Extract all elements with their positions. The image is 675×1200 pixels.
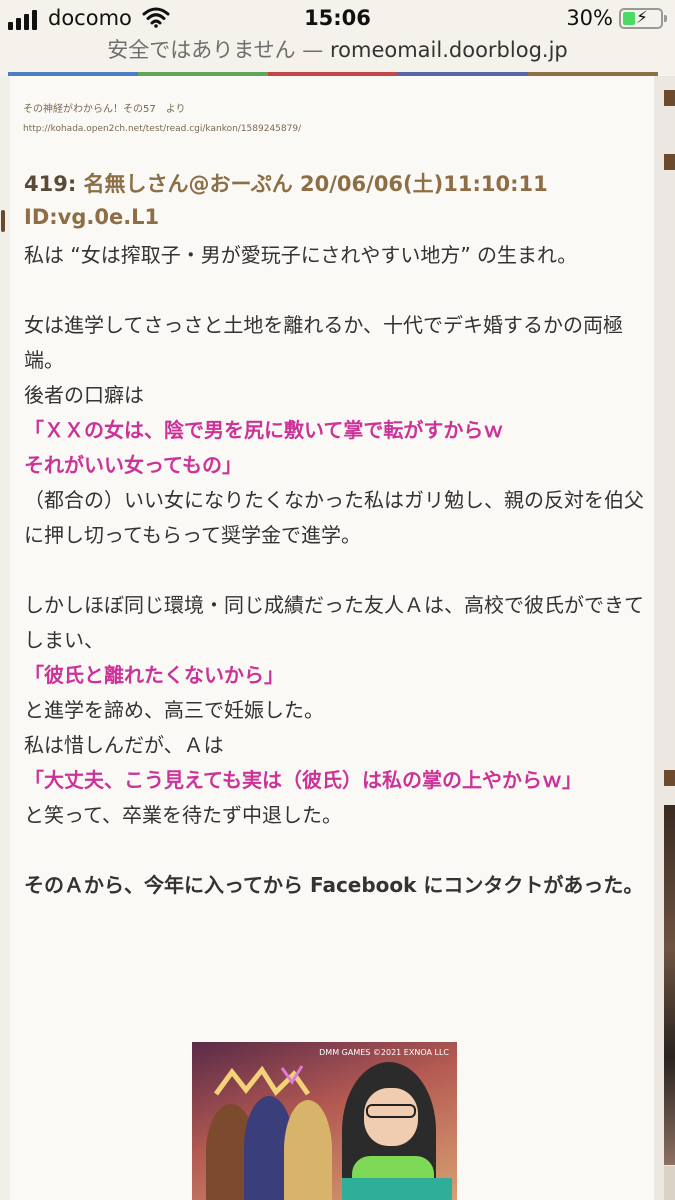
post-header: 419: 名無しさん@おーぷん 20/06/06(土)11:10:11 ID:v… (24, 168, 648, 234)
battery-nub (664, 15, 667, 22)
address-bar[interactable]: 安全ではありません — romeomail.doorblog.jp (0, 34, 675, 70)
source-thread-title: その神経がわからん！その57 より (23, 104, 186, 115)
highlight-quote: 「ＸＸの女は、陰で男を尻に敷いて掌で転がすからｗ (24, 418, 504, 442)
ad-bottom-banner (342, 1178, 452, 1200)
sidebar-marker (664, 770, 675, 786)
character-figure (284, 1100, 332, 1200)
bold-line: そのＡから、今年に入ってから Facebook にコンタクトがあった。 (24, 873, 644, 897)
sidebar-marker (664, 154, 675, 170)
url-domain: romeomail.doorblog.jp (329, 38, 568, 62)
left-edge-marker (1, 210, 5, 232)
post-line: 私は “女は搾取子・男が愛玩子にされやすい地方” の生まれ。 (24, 243, 578, 267)
sidebar-bottom-block (664, 1166, 675, 1200)
post-line: と笑って、卒業を待たず中退した。 (24, 803, 342, 827)
post-number: 419: (24, 172, 77, 196)
post-line: 女は進学してさっさと土地を離れるか、十代でデキ婚するかの両極端。 (24, 313, 623, 372)
post-line: 後者の口癖は (24, 383, 144, 407)
sidebar-image-thumbnail[interactable] (664, 805, 675, 1165)
security-warning: 安全ではありません (107, 38, 296, 62)
battery-charging-icon: ⚡ (619, 8, 667, 29)
battery-percent: 30% (566, 6, 613, 30)
charging-bolt-icon: ⚡ (636, 8, 648, 28)
advertisement-banner[interactable]: DMM GAMES ©2021 EXNOA LLC (192, 1042, 457, 1200)
sidebar-marker (664, 90, 675, 106)
post-line: 私は惜しんだが、Ａは (24, 733, 224, 757)
left-page-edge (0, 76, 10, 1200)
source-url-link[interactable]: http://kohada.open2ch.net/test/read.cgi/… (23, 124, 301, 134)
post-body: 私は “女は搾取子・男が愛玩子にされやすい地方” の生まれ。 女は進学してさっさ… (24, 238, 648, 903)
glasses-icon (366, 1104, 416, 1118)
battery-fill (623, 12, 635, 25)
article-card: その神経がわからん！その57 より http://kohada.open2ch.… (10, 76, 654, 1200)
highlight-quote: 「大丈夫、こう見えても実は（彼氏）は私の掌の上やからｗ」 (24, 768, 582, 792)
status-bar: docomo 15:06 30% ⚡ (0, 0, 675, 36)
post-line: （都合の）いい女になりたくなかった私はガリ勉し、親の反対を伯父に押し切ってもらっ… (24, 488, 644, 547)
highlight-quote: 「彼氏と離れたくないから」 (24, 663, 284, 687)
post-line: しかしほぼ同じ環境・同じ成績だった友人Ａは、高校で彼氏ができてしまい、 (24, 593, 644, 652)
post-line: と進学を諦め、高三で妊娠した。 (24, 698, 324, 722)
highlight-quote: それがいい女ってもの」 (24, 453, 242, 477)
post-author: 名無しさん@おーぷん (83, 172, 293, 196)
address-separator: — (302, 38, 324, 62)
ad-brand-text: DMM GAMES ©2021 EXNOA LLC (319, 1048, 449, 1057)
